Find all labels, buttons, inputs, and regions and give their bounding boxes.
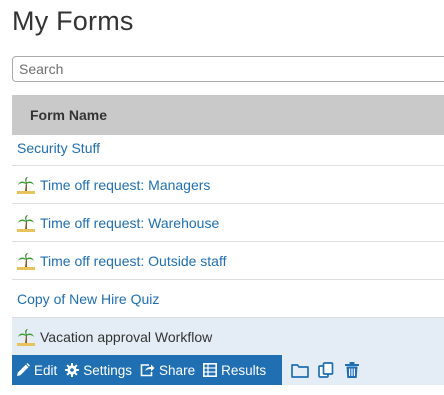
share-label: Share: [159, 362, 196, 378]
table-row[interactable]: Copy of New Hire Quiz: [12, 280, 444, 318]
share-icon: [140, 364, 155, 377]
results-button[interactable]: Results: [199, 355, 270, 385]
edit-button[interactable]: Edit: [12, 355, 61, 385]
trash-icon: [345, 362, 359, 378]
pencil-icon: [17, 363, 30, 376]
settings-label: Settings: [83, 362, 133, 378]
table-row-selected[interactable]: Vacation approval Workflow: [12, 318, 444, 355]
palm-tree-icon: [17, 328, 35, 346]
form-link[interactable]: Vacation approval Workflow: [40, 329, 212, 345]
row-action-bar: Edit Settings Share Results: [12, 355, 444, 385]
form-link[interactable]: Copy of New Hire Quiz: [17, 291, 159, 307]
table-icon: [203, 363, 218, 377]
settings-button[interactable]: Settings: [61, 355, 136, 385]
column-header-form-name[interactable]: Form Name: [30, 107, 107, 123]
folder-icon: [291, 363, 309, 378]
form-link[interactable]: Time off request: Managers: [40, 177, 210, 193]
secondary-actions: [289, 355, 367, 385]
page-title: My Forms: [12, 6, 134, 36]
form-link[interactable]: Time off request: Outside staff: [40, 253, 227, 269]
palm-tree-icon: [17, 252, 35, 270]
gear-icon: [65, 363, 80, 377]
share-button[interactable]: Share: [136, 355, 199, 385]
primary-actions: Edit Settings Share Results: [12, 355, 282, 385]
table-row[interactable]: Time off request: Managers: [12, 166, 444, 204]
delete-button[interactable]: [341, 355, 363, 385]
table-row[interactable]: Security Stuff: [12, 133, 444, 166]
form-link[interactable]: Security Stuff: [17, 140, 100, 156]
copy-icon: [318, 362, 334, 378]
results-label: Results: [221, 362, 267, 378]
copy-button[interactable]: [315, 355, 337, 385]
table-row[interactable]: Time off request: Warehouse: [12, 204, 444, 242]
forms-list: Security Stuff Time off request: Manager…: [12, 133, 444, 355]
table-header: Form Name: [12, 95, 444, 135]
search-input[interactable]: [12, 56, 444, 82]
palm-tree-icon: [17, 214, 35, 232]
table-row[interactable]: Time off request: Outside staff: [12, 242, 444, 280]
form-link[interactable]: Time off request: Warehouse: [40, 215, 219, 231]
palm-tree-icon: [17, 176, 35, 194]
edit-label: Edit: [34, 362, 58, 378]
move-to-folder-button[interactable]: [289, 355, 311, 385]
